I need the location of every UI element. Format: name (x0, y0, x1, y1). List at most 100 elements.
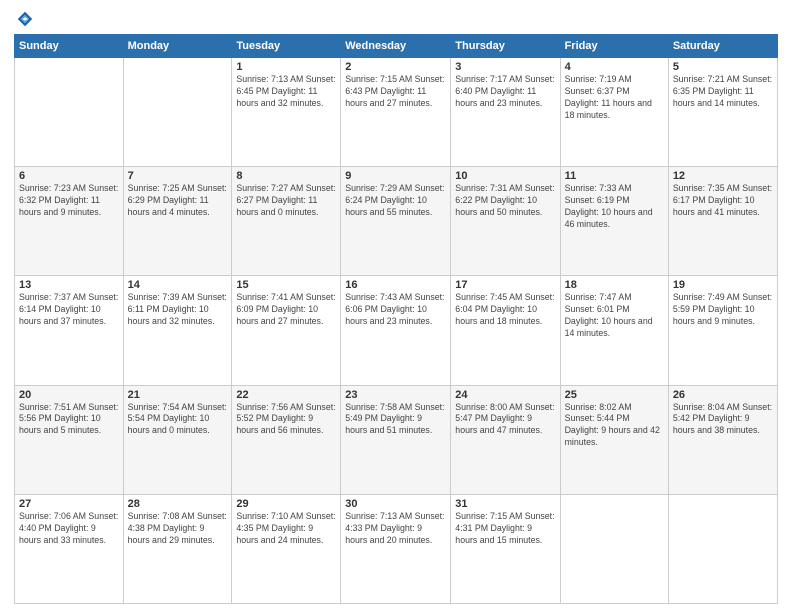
day-info: Sunrise: 7:15 AM Sunset: 4:31 PM Dayligh… (455, 511, 555, 547)
day-info: Sunrise: 7:13 AM Sunset: 4:33 PM Dayligh… (345, 511, 446, 547)
calendar-cell: 23Sunrise: 7:58 AM Sunset: 5:49 PM Dayli… (341, 385, 451, 494)
day-number: 5 (673, 61, 773, 73)
calendar-cell: 18Sunrise: 7:47 AM Sunset: 6:01 PM Dayli… (560, 276, 668, 385)
day-info: Sunrise: 7:17 AM Sunset: 6:40 PM Dayligh… (455, 74, 555, 110)
weekday-header: Sunday (15, 35, 124, 58)
calendar-cell: 17Sunrise: 7:45 AM Sunset: 6:04 PM Dayli… (451, 276, 560, 385)
logo (14, 10, 34, 28)
calendar-cell: 28Sunrise: 7:08 AM Sunset: 4:38 PM Dayli… (123, 494, 232, 603)
weekday-header: Tuesday (232, 35, 341, 58)
day-number: 17 (455, 279, 555, 291)
day-info: Sunrise: 7:33 AM Sunset: 6:19 PM Dayligh… (565, 183, 664, 231)
weekday-header: Thursday (451, 35, 560, 58)
calendar-cell: 25Sunrise: 8:02 AM Sunset: 5:44 PM Dayli… (560, 385, 668, 494)
day-info: Sunrise: 7:21 AM Sunset: 6:35 PM Dayligh… (673, 74, 773, 110)
day-info: Sunrise: 7:29 AM Sunset: 6:24 PM Dayligh… (345, 183, 446, 219)
calendar-cell: 3Sunrise: 7:17 AM Sunset: 6:40 PM Daylig… (451, 58, 560, 167)
day-info: Sunrise: 8:04 AM Sunset: 5:42 PM Dayligh… (673, 402, 773, 438)
day-number: 31 (455, 498, 555, 510)
day-info: Sunrise: 7:35 AM Sunset: 6:17 PM Dayligh… (673, 183, 773, 219)
day-number: 27 (19, 498, 119, 510)
calendar-cell (123, 58, 232, 167)
day-number: 28 (128, 498, 228, 510)
day-number: 7 (128, 170, 228, 182)
day-number: 14 (128, 279, 228, 291)
calendar-week-row: 27Sunrise: 7:06 AM Sunset: 4:40 PM Dayli… (15, 494, 778, 603)
header-row: SundayMondayTuesdayWednesdayThursdayFrid… (15, 35, 778, 58)
day-number: 22 (236, 389, 336, 401)
day-number: 12 (673, 170, 773, 182)
day-number: 2 (345, 61, 446, 73)
calendar-cell: 21Sunrise: 7:54 AM Sunset: 5:54 PM Dayli… (123, 385, 232, 494)
day-info: Sunrise: 7:54 AM Sunset: 5:54 PM Dayligh… (128, 402, 228, 438)
calendar-cell (15, 58, 124, 167)
day-number: 10 (455, 170, 555, 182)
day-info: Sunrise: 7:51 AM Sunset: 5:56 PM Dayligh… (19, 402, 119, 438)
calendar-cell: 5Sunrise: 7:21 AM Sunset: 6:35 PM Daylig… (668, 58, 777, 167)
calendar-cell: 14Sunrise: 7:39 AM Sunset: 6:11 PM Dayli… (123, 276, 232, 385)
day-info: Sunrise: 7:23 AM Sunset: 6:32 PM Dayligh… (19, 183, 119, 219)
day-info: Sunrise: 7:10 AM Sunset: 4:35 PM Dayligh… (236, 511, 336, 547)
day-info: Sunrise: 7:27 AM Sunset: 6:27 PM Dayligh… (236, 183, 336, 219)
calendar-cell: 6Sunrise: 7:23 AM Sunset: 6:32 PM Daylig… (15, 167, 124, 276)
calendar-cell (560, 494, 668, 603)
day-info: Sunrise: 7:41 AM Sunset: 6:09 PM Dayligh… (236, 292, 336, 328)
day-info: Sunrise: 7:25 AM Sunset: 6:29 PM Dayligh… (128, 183, 228, 219)
day-info: Sunrise: 7:31 AM Sunset: 6:22 PM Dayligh… (455, 183, 555, 219)
calendar-week-row: 1Sunrise: 7:13 AM Sunset: 6:45 PM Daylig… (15, 58, 778, 167)
day-info: Sunrise: 7:47 AM Sunset: 6:01 PM Dayligh… (565, 292, 664, 340)
calendar-week-row: 13Sunrise: 7:37 AM Sunset: 6:14 PM Dayli… (15, 276, 778, 385)
weekday-header: Saturday (668, 35, 777, 58)
day-number: 30 (345, 498, 446, 510)
calendar-week-row: 20Sunrise: 7:51 AM Sunset: 5:56 PM Dayli… (15, 385, 778, 494)
day-number: 11 (565, 170, 664, 182)
day-info: Sunrise: 7:43 AM Sunset: 6:06 PM Dayligh… (345, 292, 446, 328)
day-number: 3 (455, 61, 555, 73)
header (14, 10, 778, 28)
day-info: Sunrise: 7:13 AM Sunset: 6:45 PM Dayligh… (236, 74, 336, 110)
calendar-cell (668, 494, 777, 603)
day-number: 15 (236, 279, 336, 291)
calendar-cell: 27Sunrise: 7:06 AM Sunset: 4:40 PM Dayli… (15, 494, 124, 603)
day-info: Sunrise: 7:56 AM Sunset: 5:52 PM Dayligh… (236, 402, 336, 438)
day-number: 29 (236, 498, 336, 510)
day-info: Sunrise: 7:19 AM Sunset: 6:37 PM Dayligh… (565, 74, 664, 122)
calendar-cell: 26Sunrise: 8:04 AM Sunset: 5:42 PM Dayli… (668, 385, 777, 494)
logo-icon (16, 10, 34, 28)
day-info: Sunrise: 8:02 AM Sunset: 5:44 PM Dayligh… (565, 402, 664, 450)
calendar-cell: 15Sunrise: 7:41 AM Sunset: 6:09 PM Dayli… (232, 276, 341, 385)
day-info: Sunrise: 8:00 AM Sunset: 5:47 PM Dayligh… (455, 402, 555, 438)
day-number: 13 (19, 279, 119, 291)
calendar-cell: 13Sunrise: 7:37 AM Sunset: 6:14 PM Dayli… (15, 276, 124, 385)
calendar-cell: 10Sunrise: 7:31 AM Sunset: 6:22 PM Dayli… (451, 167, 560, 276)
day-info: Sunrise: 7:39 AM Sunset: 6:11 PM Dayligh… (128, 292, 228, 328)
day-info: Sunrise: 7:58 AM Sunset: 5:49 PM Dayligh… (345, 402, 446, 438)
calendar-cell: 31Sunrise: 7:15 AM Sunset: 4:31 PM Dayli… (451, 494, 560, 603)
day-info: Sunrise: 7:08 AM Sunset: 4:38 PM Dayligh… (128, 511, 228, 547)
weekday-header: Friday (560, 35, 668, 58)
day-number: 18 (565, 279, 664, 291)
day-number: 20 (19, 389, 119, 401)
day-info: Sunrise: 7:45 AM Sunset: 6:04 PM Dayligh… (455, 292, 555, 328)
day-info: Sunrise: 7:15 AM Sunset: 6:43 PM Dayligh… (345, 74, 446, 110)
day-info: Sunrise: 7:49 AM Sunset: 5:59 PM Dayligh… (673, 292, 773, 328)
calendar-cell: 16Sunrise: 7:43 AM Sunset: 6:06 PM Dayli… (341, 276, 451, 385)
day-number: 9 (345, 170, 446, 182)
day-number: 8 (236, 170, 336, 182)
weekday-header: Monday (123, 35, 232, 58)
calendar-cell: 4Sunrise: 7:19 AM Sunset: 6:37 PM Daylig… (560, 58, 668, 167)
day-number: 24 (455, 389, 555, 401)
calendar-cell: 29Sunrise: 7:10 AM Sunset: 4:35 PM Dayli… (232, 494, 341, 603)
day-info: Sunrise: 7:37 AM Sunset: 6:14 PM Dayligh… (19, 292, 119, 328)
day-info: Sunrise: 7:06 AM Sunset: 4:40 PM Dayligh… (19, 511, 119, 547)
calendar-cell: 20Sunrise: 7:51 AM Sunset: 5:56 PM Dayli… (15, 385, 124, 494)
calendar-week-row: 6Sunrise: 7:23 AM Sunset: 6:32 PM Daylig… (15, 167, 778, 276)
day-number: 26 (673, 389, 773, 401)
calendar-cell: 12Sunrise: 7:35 AM Sunset: 6:17 PM Dayli… (668, 167, 777, 276)
calendar-cell: 11Sunrise: 7:33 AM Sunset: 6:19 PM Dayli… (560, 167, 668, 276)
calendar-cell: 8Sunrise: 7:27 AM Sunset: 6:27 PM Daylig… (232, 167, 341, 276)
calendar-cell: 2Sunrise: 7:15 AM Sunset: 6:43 PM Daylig… (341, 58, 451, 167)
weekday-header: Wednesday (341, 35, 451, 58)
calendar-cell: 22Sunrise: 7:56 AM Sunset: 5:52 PM Dayli… (232, 385, 341, 494)
day-number: 4 (565, 61, 664, 73)
